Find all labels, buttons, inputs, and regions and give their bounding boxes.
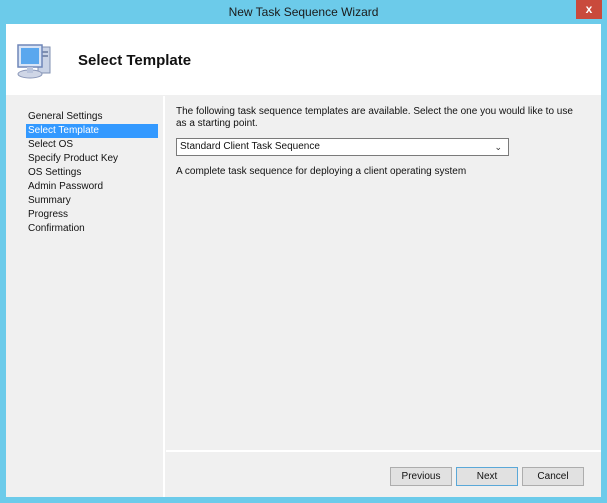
step-progress[interactable]: Progress (26, 208, 158, 222)
previous-button[interactable]: Previous (390, 467, 452, 486)
step-select-os[interactable]: Select OS (26, 138, 158, 152)
chevron-down-icon[interactable]: ⌄ (494, 139, 502, 155)
step-general-settings[interactable]: General Settings (26, 110, 158, 124)
content-panel: The following task sequence templates ar… (166, 96, 601, 451)
step-admin-password[interactable]: Admin Password (26, 180, 158, 194)
step-summary[interactable]: Summary (26, 194, 158, 208)
title-bar: New Task Sequence Wizard x (0, 0, 607, 24)
wizard-window: Select Template General Settings Select … (6, 24, 601, 497)
wizard-header: Select Template (6, 24, 601, 95)
step-confirmation[interactable]: Confirmation (26, 222, 158, 236)
button-divider (166, 450, 601, 452)
step-specify-product-key[interactable]: Specify Product Key (26, 152, 158, 166)
wizard-steps-panel: General Settings Select Template Select … (6, 96, 165, 497)
page-title: Select Template (78, 52, 192, 69)
wizard-steps: General Settings Select Template Select … (26, 110, 158, 236)
template-description: A complete task sequence for deploying a… (176, 166, 467, 177)
close-button[interactable]: x (576, 0, 602, 19)
step-os-settings[interactable]: OS Settings (26, 166, 158, 180)
cancel-button[interactable]: Cancel (522, 467, 584, 486)
step-select-template[interactable]: Select Template (26, 124, 158, 138)
template-dropdown-value: Standard Client Task Sequence (180, 141, 320, 152)
instructions-text: The following task sequence templates ar… (176, 106, 573, 129)
window-title: New Task Sequence Wizard (228, 5, 379, 19)
computer-icon (17, 44, 51, 79)
template-dropdown[interactable]: Standard Client Task Sequence ⌄ (176, 138, 509, 156)
next-button[interactable]: Next (456, 467, 518, 486)
